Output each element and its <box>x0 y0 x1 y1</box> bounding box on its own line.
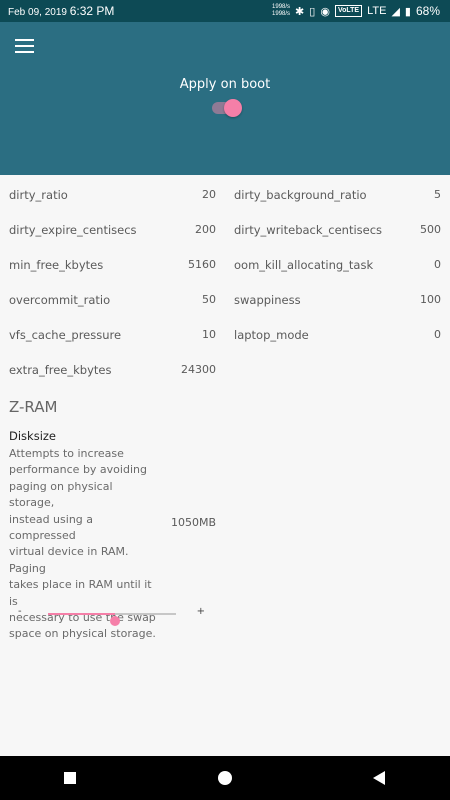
settings-content: dirty_ratio 20 dirty_expire_centisecs 20… <box>0 176 450 756</box>
setting-name: dirty_ratio <box>9 187 68 202</box>
network-speed: 1998/s 1998/s <box>272 4 290 18</box>
setting-name: dirty_expire_centisecs <box>9 222 137 237</box>
disksize-desc-line: Attempts to increase <box>9 447 124 460</box>
setting-row-swappiness[interactable]: swappiness 100 <box>234 282 441 317</box>
disksize-value: 1050MB <box>170 516 216 529</box>
setting-name: dirty_background_ratio <box>234 187 367 202</box>
slider-minus-button[interactable]: - <box>18 606 22 617</box>
home-icon[interactable] <box>218 771 232 785</box>
setting-name: overcommit_ratio <box>9 292 111 307</box>
setting-row-oom-kill-allocating-task[interactable]: oom_kill_allocating_task 0 <box>234 247 441 282</box>
disksize-slider[interactable]: - + <box>10 606 215 626</box>
disksize-desc-line: space on physical storage. <box>9 627 156 641</box>
slider-thumb[interactable] <box>109 616 120 626</box>
slider-plus-button[interactable]: + <box>197 606 205 617</box>
recents-icon[interactable] <box>64 772 76 784</box>
disksize-desc-line: paging on physical storage, <box>9 479 113 510</box>
setting-row-dirty-writeback-centisecs[interactable]: dirty_writeback_centisecs 500 <box>234 212 441 247</box>
status-icons: 1998/s 1998/s ✱ ▯ ◉ VoLTE LTE ◢ ▮ 68% <box>272 2 440 20</box>
status-time: 6:32 PM <box>69 4 115 18</box>
disksize-desc-line: performance by avoiding <box>9 463 147 477</box>
setting-row-dirty-expire-centisecs[interactable]: dirty_expire_centisecs 200 <box>9 212 216 247</box>
app-header: Apply on boot <box>0 22 450 175</box>
setting-row-overcommit-ratio[interactable]: overcommit_ratio 50 <box>9 282 216 317</box>
speed-up: 1998/s <box>272 4 291 10</box>
setting-value: 50 <box>202 293 216 306</box>
zram-section-title: Z-RAM <box>9 398 58 416</box>
bluetooth-icon: ✱ <box>295 5 305 18</box>
setting-value: 500 <box>420 223 441 236</box>
slider-track[interactable] <box>48 613 176 626</box>
navigation-bar <box>0 756 450 800</box>
back-icon[interactable] <box>373 771 385 785</box>
setting-value: 24300 <box>181 363 216 376</box>
hotspot-icon: ◉ <box>320 5 330 18</box>
signal-icon: ◢ <box>391 5 400 18</box>
slider-fill <box>48 613 115 615</box>
setting-value: 0 <box>434 328 441 341</box>
speed-down: 1998/s <box>272 11 291 17</box>
setting-name: laptop_mode <box>234 327 309 342</box>
apply-on-boot-label: Apply on boot <box>179 77 271 92</box>
setting-name: swappiness <box>234 292 301 307</box>
disksize-title: Disksize <box>9 429 56 443</box>
setting-value: 10 <box>202 328 216 341</box>
setting-name: min_free_kbytes <box>9 257 104 272</box>
setting-row-extra-free-kbytes[interactable]: extra_free_kbytes 24300 <box>9 352 216 387</box>
disksize-desc-line: instead using a compressed <box>9 512 94 543</box>
volte-badge: VoLTE <box>334 5 363 17</box>
setting-name: extra_free_kbytes <box>9 362 112 377</box>
apply-on-boot-toggle[interactable] <box>212 99 242 117</box>
setting-value: 100 <box>420 293 441 306</box>
status-date: Feb 09, 2019 <box>8 7 67 18</box>
setting-row-laptop-mode[interactable]: laptop_mode 0 <box>234 317 441 352</box>
setting-name: oom_kill_allocating_task <box>234 257 374 272</box>
disksize-desc-line: virtual device in RAM. Paging <box>9 545 129 575</box>
setting-row-min-free-kbytes[interactable]: min_free_kbytes 5160 <box>9 247 216 282</box>
setting-row-dirty-ratio[interactable]: dirty_ratio 20 <box>9 177 216 212</box>
menu-icon[interactable] <box>15 39 34 53</box>
toggle-thumb <box>224 99 242 117</box>
setting-name: dirty_writeback_centisecs <box>234 222 383 237</box>
setting-value: 20 <box>202 188 216 201</box>
battery-level: 68% <box>415 4 440 18</box>
setting-value: 200 <box>195 223 216 236</box>
setting-value: 5160 <box>188 258 216 271</box>
setting-row-vfs-cache-pressure[interactable]: vfs_cache_pressure 10 <box>9 317 216 352</box>
status-bar: Feb 09, 2019 6:32 PM 1998/s 1998/s ✱ ▯ ◉… <box>0 0 450 22</box>
vibrate-icon: ▯ <box>309 5 316 18</box>
status-datetime: Feb 09, 2019 6:32 PM <box>8 4 114 18</box>
setting-value: 5 <box>434 188 441 201</box>
setting-value: 0 <box>434 258 441 271</box>
setting-row-dirty-background-ratio[interactable]: dirty_background_ratio 5 <box>234 177 441 212</box>
network-type: LTE <box>367 5 387 17</box>
setting-name: vfs_cache_pressure <box>9 327 122 342</box>
battery-icon: ▮ <box>404 5 411 18</box>
